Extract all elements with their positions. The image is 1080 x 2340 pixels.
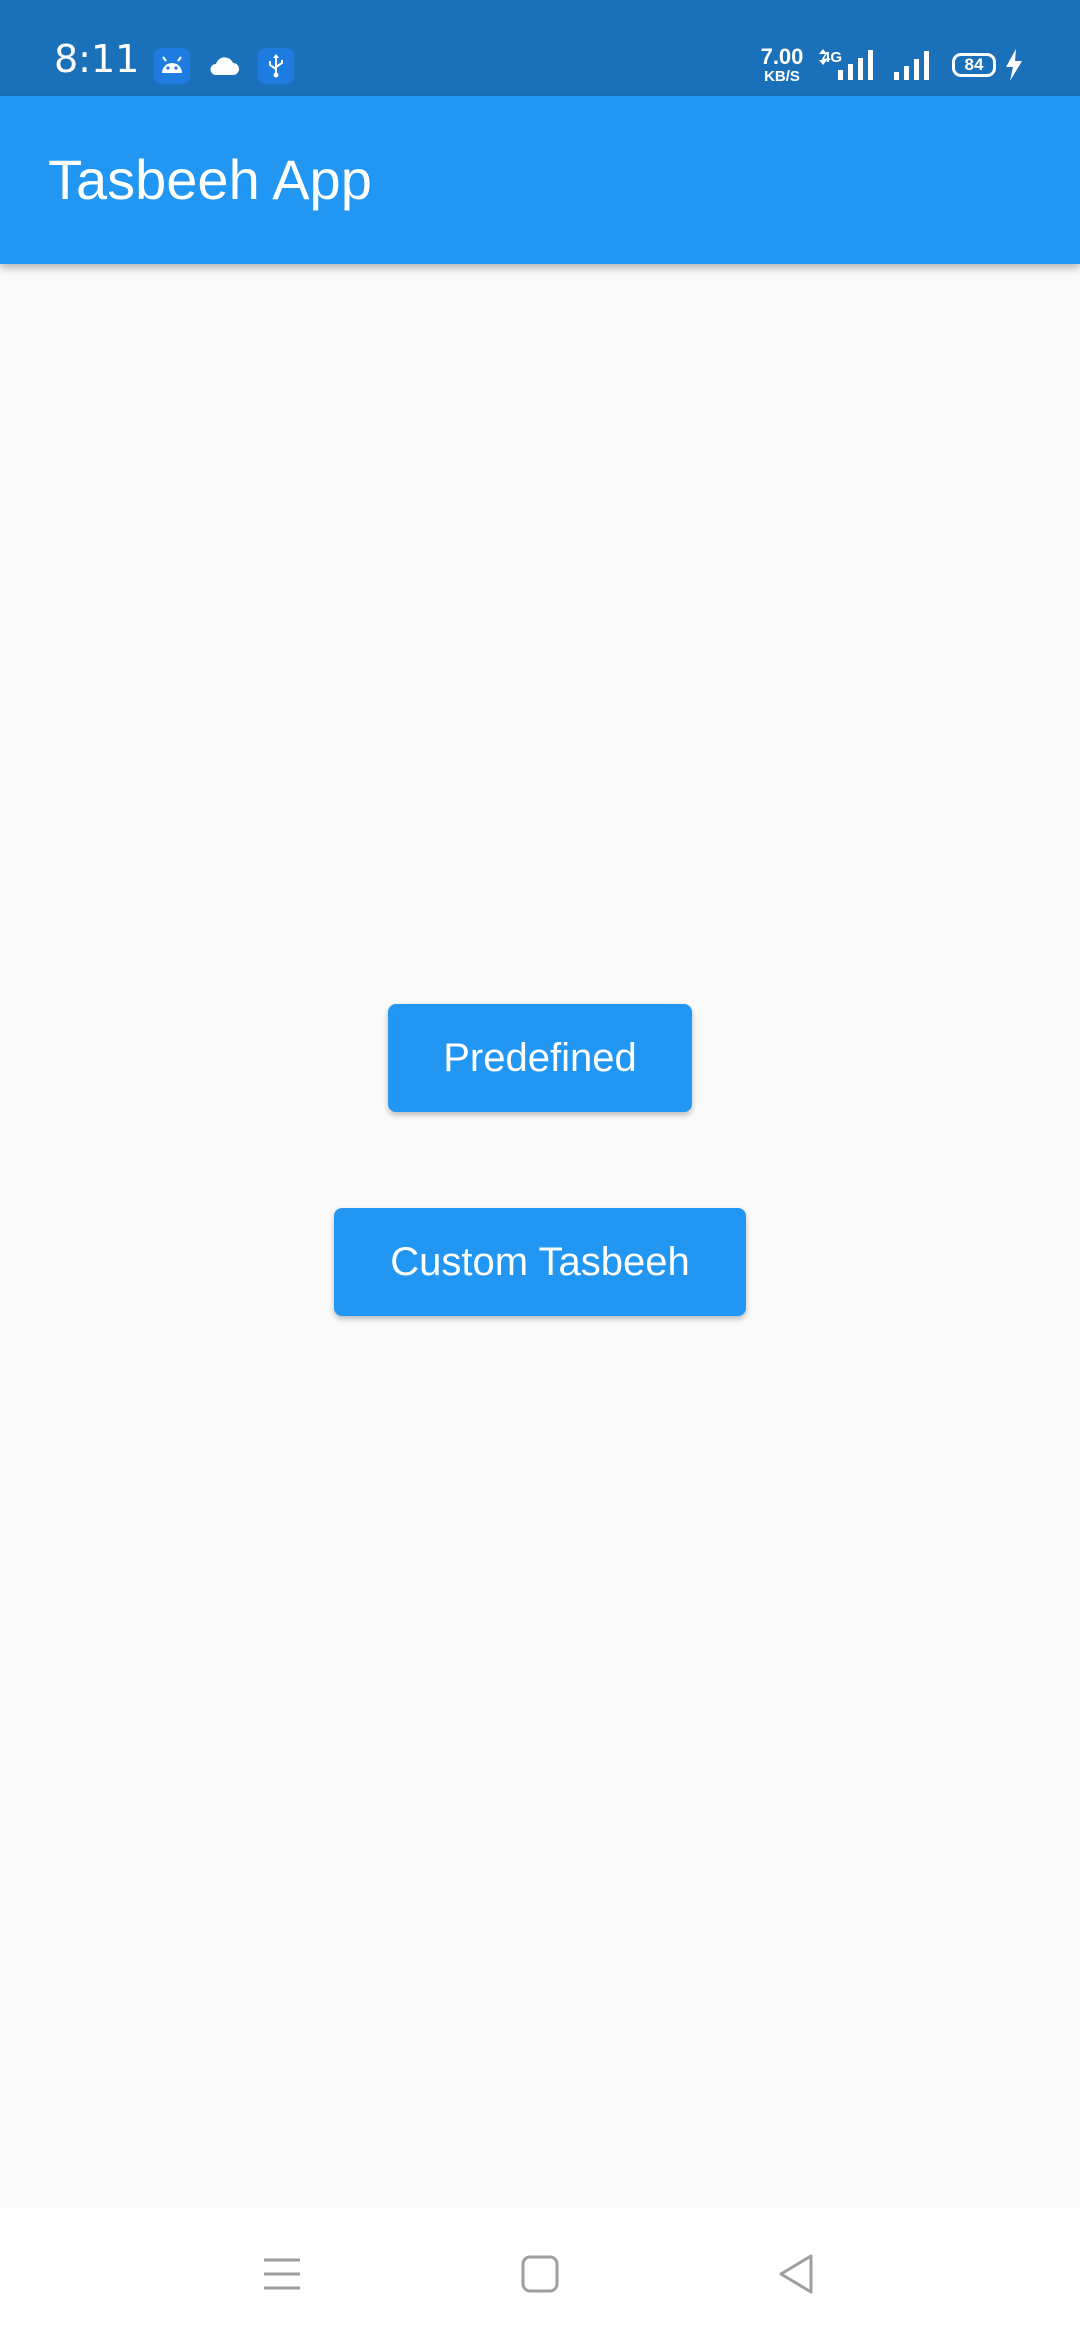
status-bar: 8:11 7.00 KB/S 4G 84: [0, 0, 1080, 96]
battery-level: 84: [964, 55, 984, 74]
home-icon[interactable]: [504, 2238, 576, 2310]
custom-tasbeeh-button[interactable]: Custom Tasbeeh: [334, 1208, 746, 1316]
signal-strength-icon-1: [838, 50, 873, 80]
app-title: Tasbeeh App: [48, 148, 372, 211]
main-content: Predefined Custom Tasbeeh: [0, 264, 1080, 2208]
app-bar: Tasbeeh App: [0, 96, 1080, 264]
network-speed: 7.00 KB/S: [757, 44, 807, 85]
network-speed-unit: KB/S: [764, 68, 800, 85]
network-speed-value: 7.00: [760, 44, 804, 69]
menu-icon[interactable]: [246, 2238, 318, 2310]
cloud-icon: [206, 48, 242, 84]
navigation-bar: [0, 2208, 1080, 2340]
usb-icon: [258, 48, 294, 84]
battery-icon: 84: [952, 53, 996, 77]
back-icon[interactable]: [760, 2238, 832, 2310]
status-time: 8:11: [54, 37, 140, 81]
android-icon: [154, 48, 190, 84]
signal-strength-icon-2: [894, 51, 929, 80]
predefined-button[interactable]: Predefined: [388, 1004, 692, 1112]
charging-icon: [1006, 49, 1022, 81]
